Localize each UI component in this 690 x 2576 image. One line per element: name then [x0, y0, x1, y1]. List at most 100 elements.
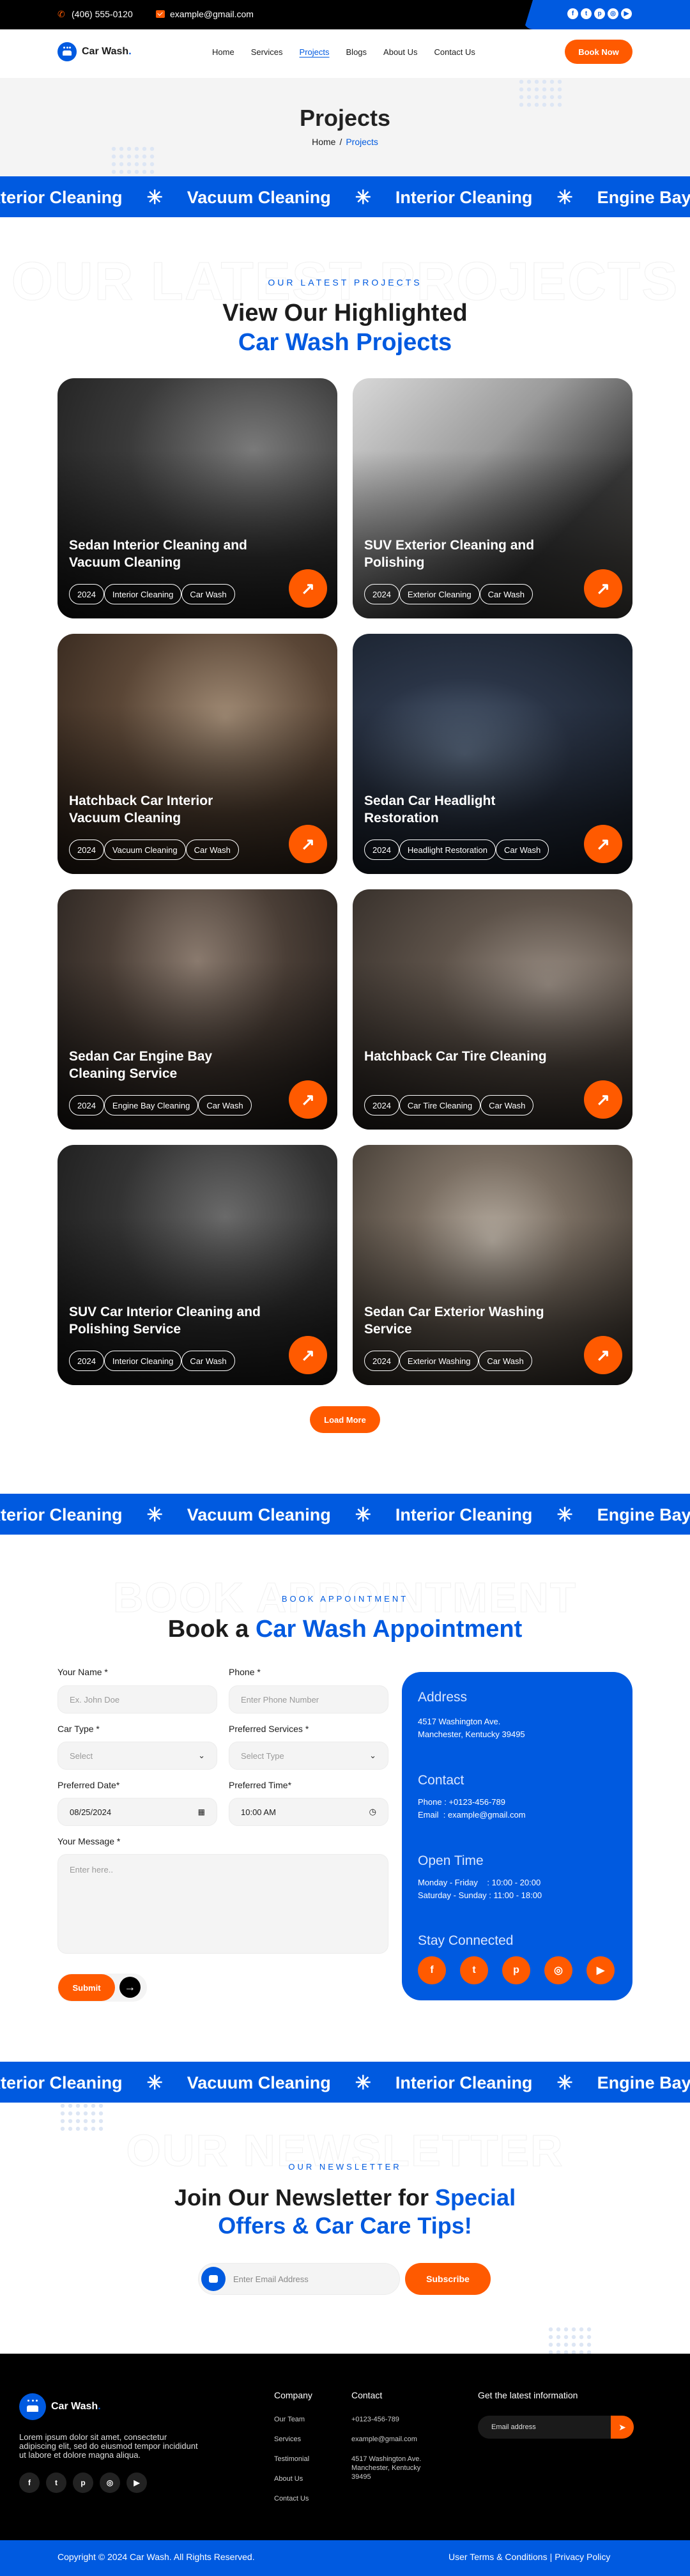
arrow-up-right-icon[interactable]: ↗: [584, 1336, 622, 1374]
project-tag[interactable]: 2024: [69, 584, 104, 604]
project-tag[interactable]: 2024: [364, 839, 399, 860]
project-tag[interactable]: Car Wash: [479, 584, 533, 604]
footer-email-input[interactable]: Email address ➤: [478, 2416, 634, 2439]
instagram-icon[interactable]: ◎: [544, 1956, 572, 1984]
project-tag[interactable]: Headlight Restoration: [399, 839, 496, 860]
project-tag[interactable]: Car Wash: [480, 1095, 534, 1116]
logo[interactable]: Car Wash.: [57, 42, 132, 61]
project-tag[interactable]: 2024: [364, 584, 399, 604]
project-tag[interactable]: Car Wash: [185, 839, 239, 860]
project-tag[interactable]: 2024: [69, 1095, 104, 1116]
project-tag[interactable]: Engine Bay Cleaning: [103, 1095, 199, 1116]
pinterest-icon[interactable]: p: [594, 8, 605, 19]
footer-link-team[interactable]: Our Team: [274, 2415, 305, 2424]
project-tag[interactable]: 2024: [69, 1351, 104, 1371]
project-card[interactable]: Sedan Car Headlight Restoration 2024 Headl…: [353, 634, 632, 874]
service-select[interactable]: Select Type ⌄: [229, 1742, 388, 1770]
footer-phone[interactable]: +0123-456-789: [351, 2415, 399, 2424]
pinterest-icon[interactable]: p: [73, 2472, 93, 2493]
arrow-up-right-icon[interactable]: ↗: [584, 1080, 622, 1119]
footer-email[interactable]: example@gmail.com: [351, 2435, 417, 2444]
nav-about[interactable]: About Us: [383, 47, 417, 57]
project-tag[interactable]: 2024: [364, 1351, 399, 1371]
project-tag[interactable]: 2024: [364, 1095, 399, 1116]
breadcrumb-home[interactable]: Home: [312, 137, 335, 147]
send-icon[interactable]: ➤: [611, 2416, 634, 2439]
pinterest-icon[interactable]: p: [502, 1956, 530, 1984]
topbar-email[interactable]: example@gmail.com: [156, 9, 254, 19]
instagram-icon[interactable]: ◎: [100, 2472, 120, 2493]
arrow-up-right-icon[interactable]: ↗: [584, 825, 622, 863]
project-title[interactable]: Sedan Car Engine Bay Cleaning Service: [69, 1048, 261, 1082]
facebook-icon[interactable]: f: [418, 1956, 446, 1984]
project-card[interactable]: Hatchback Car Interior Vacuum Cleaning 20…: [57, 634, 337, 874]
twitter-icon[interactable]: t: [581, 8, 592, 19]
nav-blogs[interactable]: Blogs: [346, 47, 367, 57]
nav-home[interactable]: Home: [212, 47, 234, 57]
load-more-button[interactable]: Load More: [310, 1406, 380, 1433]
car-type-select[interactable]: Select ⌄: [57, 1742, 217, 1770]
youtube-icon[interactable]: ▶: [126, 2472, 147, 2493]
instagram-icon[interactable]: ◎: [608, 8, 618, 19]
project-card[interactable]: Sedan Interior Cleaning and Vacuum Clean…: [57, 378, 337, 618]
arrow-up-right-icon[interactable]: ↗: [289, 1080, 327, 1119]
project-card[interactable]: SUV Car Interior Cleaning and Polishing …: [57, 1145, 337, 1385]
arrow-right-icon[interactable]: →: [119, 1977, 141, 1998]
footer-link-testimonial[interactable]: Testimonial: [274, 2455, 309, 2464]
arrow-up-right-icon[interactable]: ↗: [289, 1336, 327, 1374]
topbar-phone[interactable]: ✆ (406) 555-0120: [57, 9, 133, 19]
submit-button[interactable]: Submit: [58, 1974, 115, 2001]
terms-link[interactable]: User Terms & Conditions: [448, 2552, 548, 2562]
name-input[interactable]: Ex. John Doe: [57, 1685, 217, 1713]
project-title[interactable]: Hatchback Car Tire Cleaning: [364, 1048, 556, 1065]
twitter-icon[interactable]: t: [460, 1956, 488, 1984]
twitter-icon[interactable]: t: [46, 2472, 66, 2493]
newsletter-email-input[interactable]: Enter Email Address: [198, 2263, 400, 2295]
calendar-icon[interactable]: ▦: [198, 1807, 205, 1816]
project-tag[interactable]: Interior Cleaning: [103, 1351, 182, 1371]
time-input[interactable]: 10:00 AM ◷: [229, 1798, 388, 1826]
privacy-link[interactable]: Privacy Policy: [555, 2552, 610, 2562]
book-now-button[interactable]: Book Now: [565, 40, 632, 64]
project-card[interactable]: SUV Exterior Cleaning and Polishing 2024 E…: [353, 378, 632, 618]
timer-icon[interactable]: ◷: [369, 1807, 376, 1817]
arrow-up-right-icon[interactable]: ↗: [584, 569, 622, 608]
project-tag[interactable]: Interior Cleaning: [103, 584, 182, 604]
project-tag[interactable]: Car Tire Cleaning: [399, 1095, 481, 1116]
subscribe-button[interactable]: Subscribe: [405, 2263, 491, 2295]
message-textarea[interactable]: Enter here..: [57, 1854, 388, 1954]
phone-input[interactable]: Enter Phone Number: [229, 1685, 388, 1713]
project-title[interactable]: SUV Car Interior Cleaning and Polishing …: [69, 1303, 261, 1338]
footer-link-services[interactable]: Services: [274, 2435, 301, 2444]
arrow-up-right-icon[interactable]: ↗: [289, 825, 327, 863]
date-input[interactable]: 08/25/2024 ▦: [57, 1798, 217, 1826]
project-title[interactable]: Sedan Interior Cleaning and Vacuum Clean…: [69, 537, 261, 571]
facebook-icon[interactable]: f: [19, 2472, 40, 2493]
youtube-icon[interactable]: ▶: [621, 8, 632, 19]
project-card[interactable]: Sedan Car Exterior Washing Service 2024 Ex…: [353, 1145, 632, 1385]
project-title[interactable]: Hatchback Car Interior Vacuum Cleaning: [69, 792, 261, 827]
project-tag[interactable]: Car Wash: [479, 1351, 532, 1371]
nav-services[interactable]: Services: [251, 47, 283, 57]
project-tag[interactable]: Exterior Cleaning: [399, 584, 480, 604]
project-card[interactable]: Sedan Car Engine Bay Cleaning Service 202…: [57, 889, 337, 1130]
footer-link-about[interactable]: About Us: [274, 2474, 303, 2483]
project-card[interactable]: Hatchback Car Tire Cleaning 2024 Car Tire …: [353, 889, 632, 1130]
project-title[interactable]: SUV Exterior Cleaning and Polishing: [364, 537, 556, 571]
project-tag[interactable]: Exterior Washing: [399, 1351, 479, 1371]
project-title[interactable]: Sedan Car Exterior Washing Service: [364, 1303, 556, 1338]
project-tag[interactable]: Car Wash: [181, 584, 235, 604]
project-tag[interactable]: Car Wash: [198, 1095, 252, 1116]
project-tag[interactable]: Vacuum Cleaning: [103, 839, 186, 860]
facebook-icon[interactable]: f: [567, 8, 578, 19]
project-title[interactable]: Sedan Car Headlight Restoration: [364, 792, 556, 827]
footer-logo[interactable]: Car Wash.: [19, 2393, 101, 2420]
footer-link-contact[interactable]: Contact Us: [274, 2494, 309, 2503]
nav-contact[interactable]: Contact Us: [434, 47, 475, 57]
project-tag[interactable]: 2024: [69, 839, 104, 860]
youtube-icon[interactable]: ▶: [586, 1956, 615, 1984]
arrow-up-right-icon[interactable]: ↗: [289, 569, 327, 608]
project-tag[interactable]: Car Wash: [181, 1351, 235, 1371]
nav-projects[interactable]: Projects: [300, 47, 330, 57]
project-tag[interactable]: Car Wash: [495, 839, 549, 860]
